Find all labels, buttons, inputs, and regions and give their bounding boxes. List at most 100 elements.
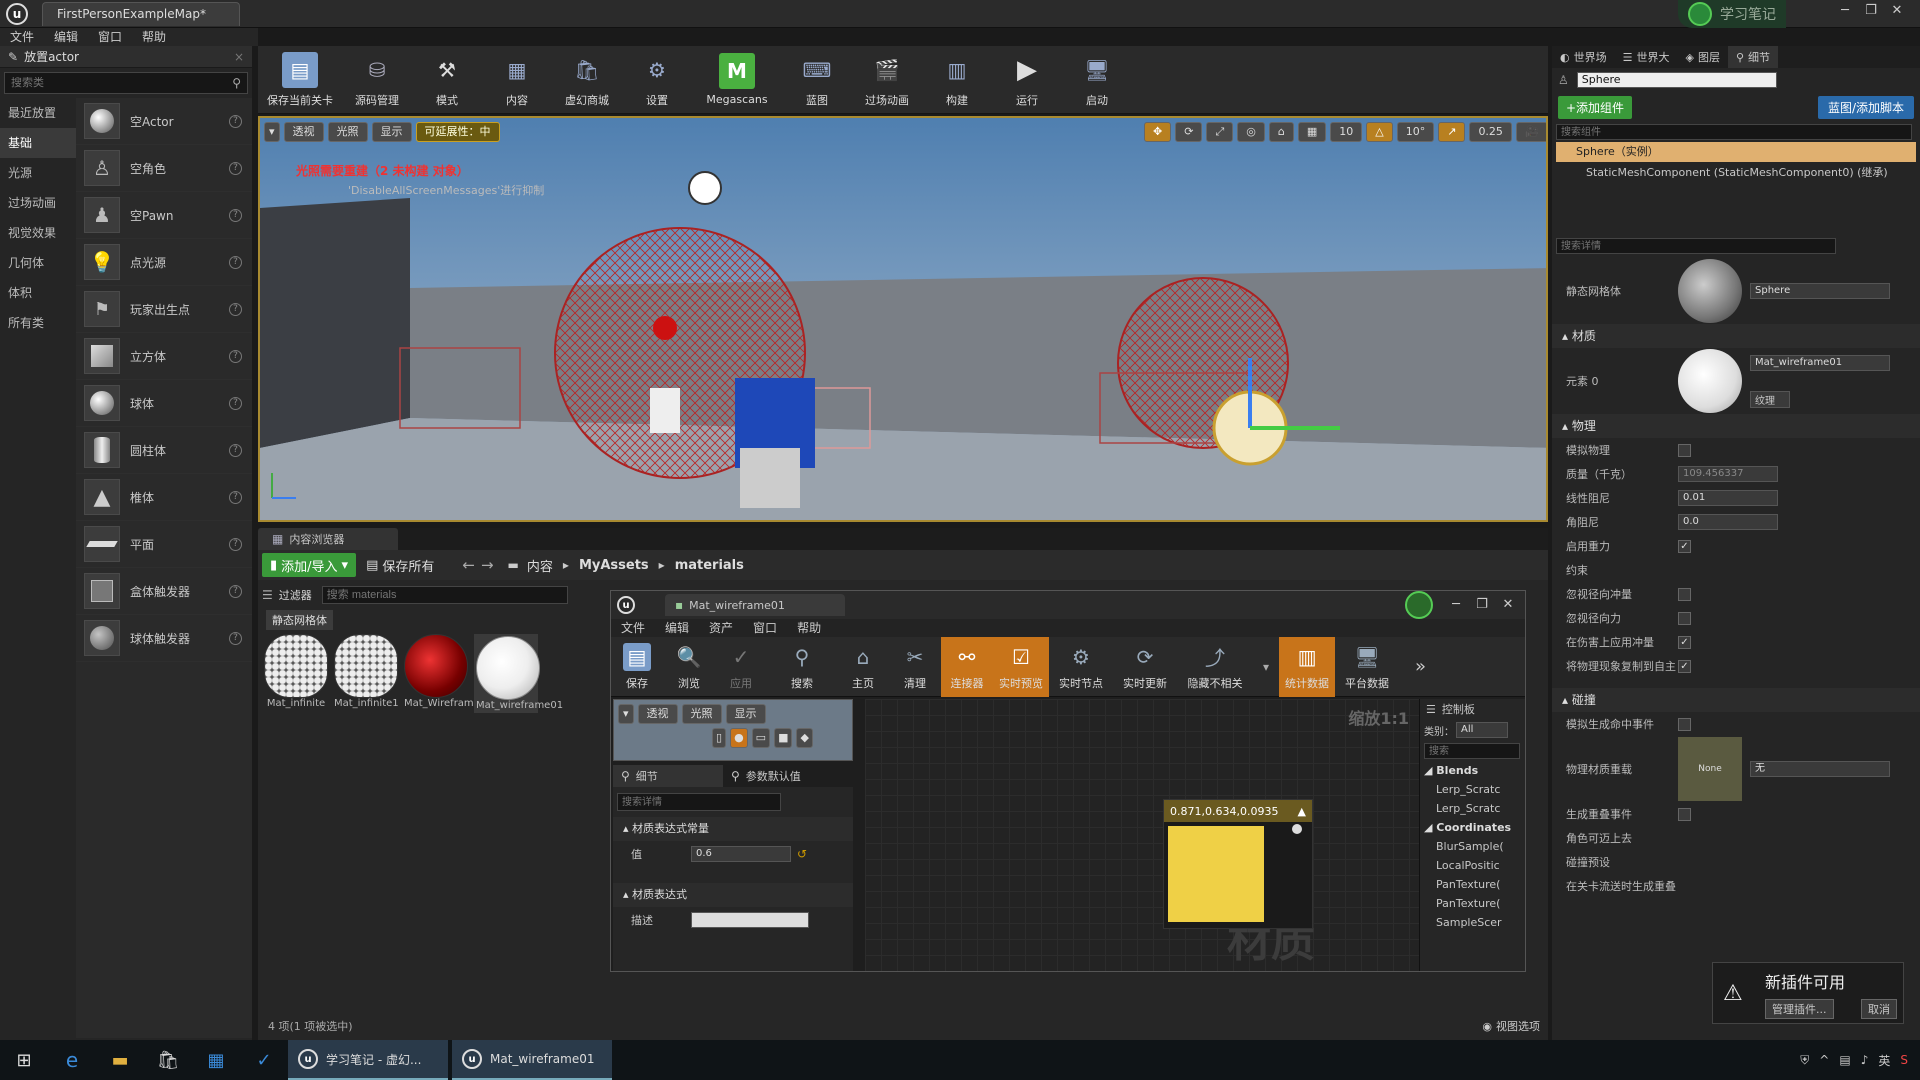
texture-button[interactable]: 纹理 — [1750, 390, 1790, 408]
add-import-button[interactable]: ▮ 添加/导入 ▾ — [262, 553, 357, 577]
stats-button[interactable]: ▥ 统计数据 — [1279, 636, 1336, 697]
learn-button[interactable]: 学习笔记 — [1678, 0, 1786, 28]
connectors-button[interactable]: ⚯ 连接器 — [941, 636, 993, 697]
apply-impulse-checkbox[interactable]: ✓ — [1678, 635, 1691, 649]
overlap-events-checkbox[interactable] — [1678, 807, 1691, 821]
hit-events-checkbox[interactable] — [1678, 717, 1691, 731]
scale-snap-icon[interactable]: ↗ — [1438, 122, 1466, 142]
component-item[interactable]: StaticMeshComponent (StaticMeshComponent… — [1552, 162, 1920, 184]
help-icon[interactable]: ? — [229, 208, 242, 222]
palette-search-input[interactable] — [1424, 743, 1520, 759]
phys-material-thumb[interactable]: None — [1678, 737, 1742, 801]
preview-options-button[interactable]: ▾ — [618, 704, 634, 724]
phys-material-select[interactable]: 无 — [1750, 761, 1890, 777]
preview-perspective-button[interactable]: 透视 — [637, 704, 678, 724]
cat-volumes[interactable]: 体积 — [0, 278, 76, 308]
taskbar-app-unreal[interactable]: u 学习笔记 - 虚幻... — [288, 1040, 448, 1080]
cat-recent[interactable]: 最近放置 — [0, 98, 76, 128]
palette-item[interactable]: LocalPositic — [1424, 856, 1525, 875]
static-mesh-thumb[interactable] — [1678, 259, 1742, 323]
component-root[interactable]: Sphere（实例） — [1556, 142, 1916, 162]
search-details-input[interactable] — [1556, 238, 1836, 254]
actor-item[interactable]: ⚑ 玩家出生点? — [76, 286, 252, 333]
level-tab[interactable]: FirstPersonExampleMap* — [42, 2, 240, 26]
store-icon[interactable]: 🛍 — [144, 1040, 192, 1080]
scalability-badge[interactable]: 可延展性：中 — [415, 122, 500, 142]
details-search-input[interactable] — [617, 793, 781, 811]
help-icon[interactable]: ? — [229, 443, 242, 457]
content-browser-tab[interactable]: ▦ 内容浏览器 — [258, 528, 398, 550]
cat-basic[interactable]: 基础 — [0, 128, 76, 158]
output-pin[interactable] — [1292, 824, 1302, 834]
angular-damping-field[interactable]: 0.0 — [1678, 514, 1778, 530]
minimize-button[interactable]: ─ — [1443, 596, 1469, 614]
linear-damping-field[interactable]: 0.01 — [1678, 490, 1778, 506]
search-classes-input[interactable] — [11, 77, 233, 89]
close-button[interactable]: ✕ — [1884, 2, 1910, 20]
content-button[interactable]: ▦ 内容 — [482, 46, 552, 114]
grid-snap-value[interactable]: 10 — [1330, 122, 1363, 142]
tab-layers[interactable]: ◈ 图层 — [1677, 46, 1727, 68]
actor-item[interactable]: 平面? — [76, 521, 252, 568]
help-icon[interactable]: ? — [229, 537, 242, 551]
home-button[interactable]: ⌂ 主页 — [837, 637, 889, 697]
palette-item[interactable]: PanTexture( — [1424, 875, 1525, 894]
desc-field[interactable] — [691, 912, 809, 928]
apply-button[interactable]: ✓ 应用 — [715, 637, 767, 697]
palette-item[interactable]: Lerp_Scratc — [1424, 780, 1525, 799]
level-viewport[interactable]: ▾ 透视 光照 显示 可延展性：中 ✥ ⟳ ⤢ ◎ ⌂ ▦ 10 △ 10° ↗… — [258, 116, 1548, 522]
cat-all-classes[interactable]: 所有类 — [0, 308, 76, 338]
chevron-up-icon[interactable]: ^ — [1819, 1053, 1829, 1067]
cat-visual-effects[interactable]: 视觉效果 — [0, 218, 76, 248]
live-update-button[interactable]: ⟳ 实时更新 — [1113, 637, 1177, 697]
material-preview-viewport[interactable]: ▾ 透视 光照 显示 ▯ ● ▭ ■ ◆ — [613, 699, 853, 761]
maximize-button[interactable]: ❐ — [1469, 596, 1495, 614]
unreal-logo-icon[interactable]: u — [6, 3, 28, 25]
settings-button[interactable]: ⚙ 设置 — [622, 46, 692, 114]
shield-icon[interactable]: ⛨ — [1800, 1053, 1809, 1068]
ime-indicator[interactable]: 英 — [1878, 1052, 1890, 1069]
breadcrumb-content[interactable]: 内容 — [527, 556, 553, 575]
tab-world-outliner[interactable]: ☰ 世界大 — [1615, 46, 1678, 68]
tab-world-settings[interactable]: ◐ 世界场 — [1552, 46, 1615, 68]
ignore-radial-impulse-checkbox[interactable] — [1678, 587, 1691, 601]
menu-file[interactable]: 文件 — [611, 619, 655, 637]
blueprints-button[interactable]: ⌨ 蓝图 — [782, 46, 852, 114]
grid-snap-icon[interactable]: ▦ — [1297, 122, 1327, 142]
surface-snap-icon[interactable]: ⌂ — [1268, 122, 1294, 142]
marketplace-button[interactable]: 🛍 虚幻商城 — [552, 46, 622, 114]
rotation-snap-value[interactable]: 10° — [1396, 122, 1435, 142]
ignore-radial-force-checkbox[interactable] — [1678, 611, 1691, 625]
menu-edit[interactable]: 编辑 — [44, 28, 88, 46]
actor-item[interactable]: ♙ 空角色? — [76, 145, 252, 192]
cylinder-preview-icon[interactable]: ▯ — [712, 728, 727, 748]
help-icon[interactable]: ? — [229, 349, 242, 363]
constraints-expander[interactable]: 约束 — [1566, 562, 1678, 578]
material-thumb[interactable] — [1678, 349, 1742, 413]
actor-name-field[interactable]: Sphere — [1576, 72, 1777, 88]
help-icon[interactable]: ? — [229, 255, 242, 269]
actor-item[interactable]: 立方体? — [76, 333, 252, 380]
build-button[interactable]: ▥ 构建 — [922, 46, 992, 114]
category-select[interactable]: All — [1456, 722, 1508, 738]
section-constant[interactable]: ▴ 材质表达式常量 — [613, 817, 853, 841]
edge-icon[interactable]: e — [48, 1040, 96, 1080]
cat-lights[interactable]: 光源 — [0, 158, 76, 188]
palette-group-blends[interactable]: ◢ Blends — [1424, 761, 1525, 780]
help-icon[interactable]: ? — [229, 490, 242, 504]
view-options-button[interactable]: ◉ 视图选项 — [1482, 1018, 1540, 1034]
forward-arrow-icon[interactable]: → — [481, 556, 494, 574]
palette-item[interactable]: PanTexture( — [1424, 894, 1525, 913]
breadcrumb-myassets[interactable]: MyAssets — [579, 558, 649, 573]
help-icon[interactable]: ? — [229, 396, 242, 410]
launch-button[interactable]: 🖥 启动 — [1062, 46, 1132, 114]
blueprint-button[interactable]: 蓝图/添加脚本 — [1817, 95, 1914, 119]
file-explorer-icon[interactable]: ▬ — [96, 1040, 144, 1080]
plane-preview-icon[interactable]: ▭ — [751, 728, 771, 748]
static-mesh-select[interactable]: Sphere — [1750, 283, 1890, 299]
maximize-button[interactable]: ❐ — [1858, 2, 1884, 20]
enable-gravity-checkbox[interactable]: ✓ — [1678, 539, 1691, 553]
play-button[interactable]: ▶ 运行 — [992, 46, 1062, 114]
scale-icon[interactable]: ⤢ — [1206, 122, 1234, 142]
app-icon[interactable]: ▦ — [192, 1040, 240, 1080]
